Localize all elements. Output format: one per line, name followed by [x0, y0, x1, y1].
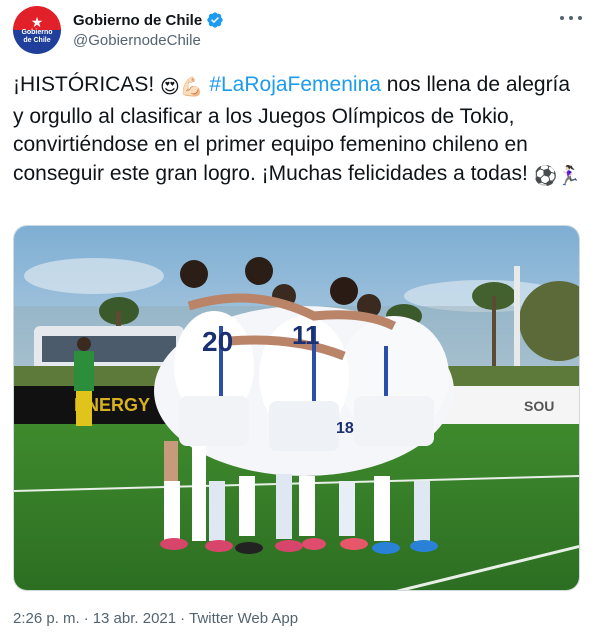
- hashtag-link[interactable]: #LaRojaFemenina: [209, 73, 381, 96]
- tweet-card: ★ Gobierno de Chile Gobierno de Chile @G…: [0, 0, 595, 634]
- jersey-number: 20: [202, 326, 233, 357]
- tweet-date[interactable]: 13 abr. 2021: [93, 610, 176, 627]
- display-name[interactable]: Gobierno de Chile: [73, 12, 202, 29]
- tweet-photo[interactable]: ENERGY SOU 20 11 18: [13, 225, 580, 591]
- meta-separator: ·: [180, 610, 186, 627]
- avatar-logo-text: Gobierno de Chile: [21, 29, 53, 44]
- tweet-source[interactable]: Twitter Web App: [189, 610, 298, 627]
- author-name-row[interactable]: Gobierno de Chile: [73, 10, 224, 30]
- avatar[interactable]: ★ Gobierno de Chile: [13, 6, 61, 54]
- sponsor-board-text-2: SOU: [524, 398, 554, 414]
- tweet-text-part1: ¡HISTÓRICAS!: [13, 73, 161, 96]
- meta-separator: ·: [83, 610, 89, 627]
- verified-badge-icon: [207, 12, 223, 28]
- tweet-text: ¡HISTÓRICAS! 😍💪🏻 #LaRojaFemenina nos lle…: [13, 71, 583, 191]
- more-options-icon[interactable]: [560, 10, 582, 26]
- star-icon: ★: [30, 14, 44, 30]
- team-huddle-photo: ENERGY SOU 20 11 18: [14, 226, 579, 590]
- jersey-number: 18: [336, 420, 354, 437]
- tweet-time[interactable]: 2:26 p. m.: [13, 610, 80, 627]
- tweet-meta: 2:26 p. m. · 13 abr. 2021 · Twitter Web …: [13, 610, 298, 627]
- heart-eyes-flexed-biceps-emoji: 😍💪🏻: [160, 77, 204, 98]
- jersey-number: 11: [292, 320, 320, 350]
- soccer-ball-runner-emoji: ⚽️🏃🏻‍♀️: [533, 165, 581, 187]
- author-handle[interactable]: @GobiernodeChile: [73, 32, 201, 49]
